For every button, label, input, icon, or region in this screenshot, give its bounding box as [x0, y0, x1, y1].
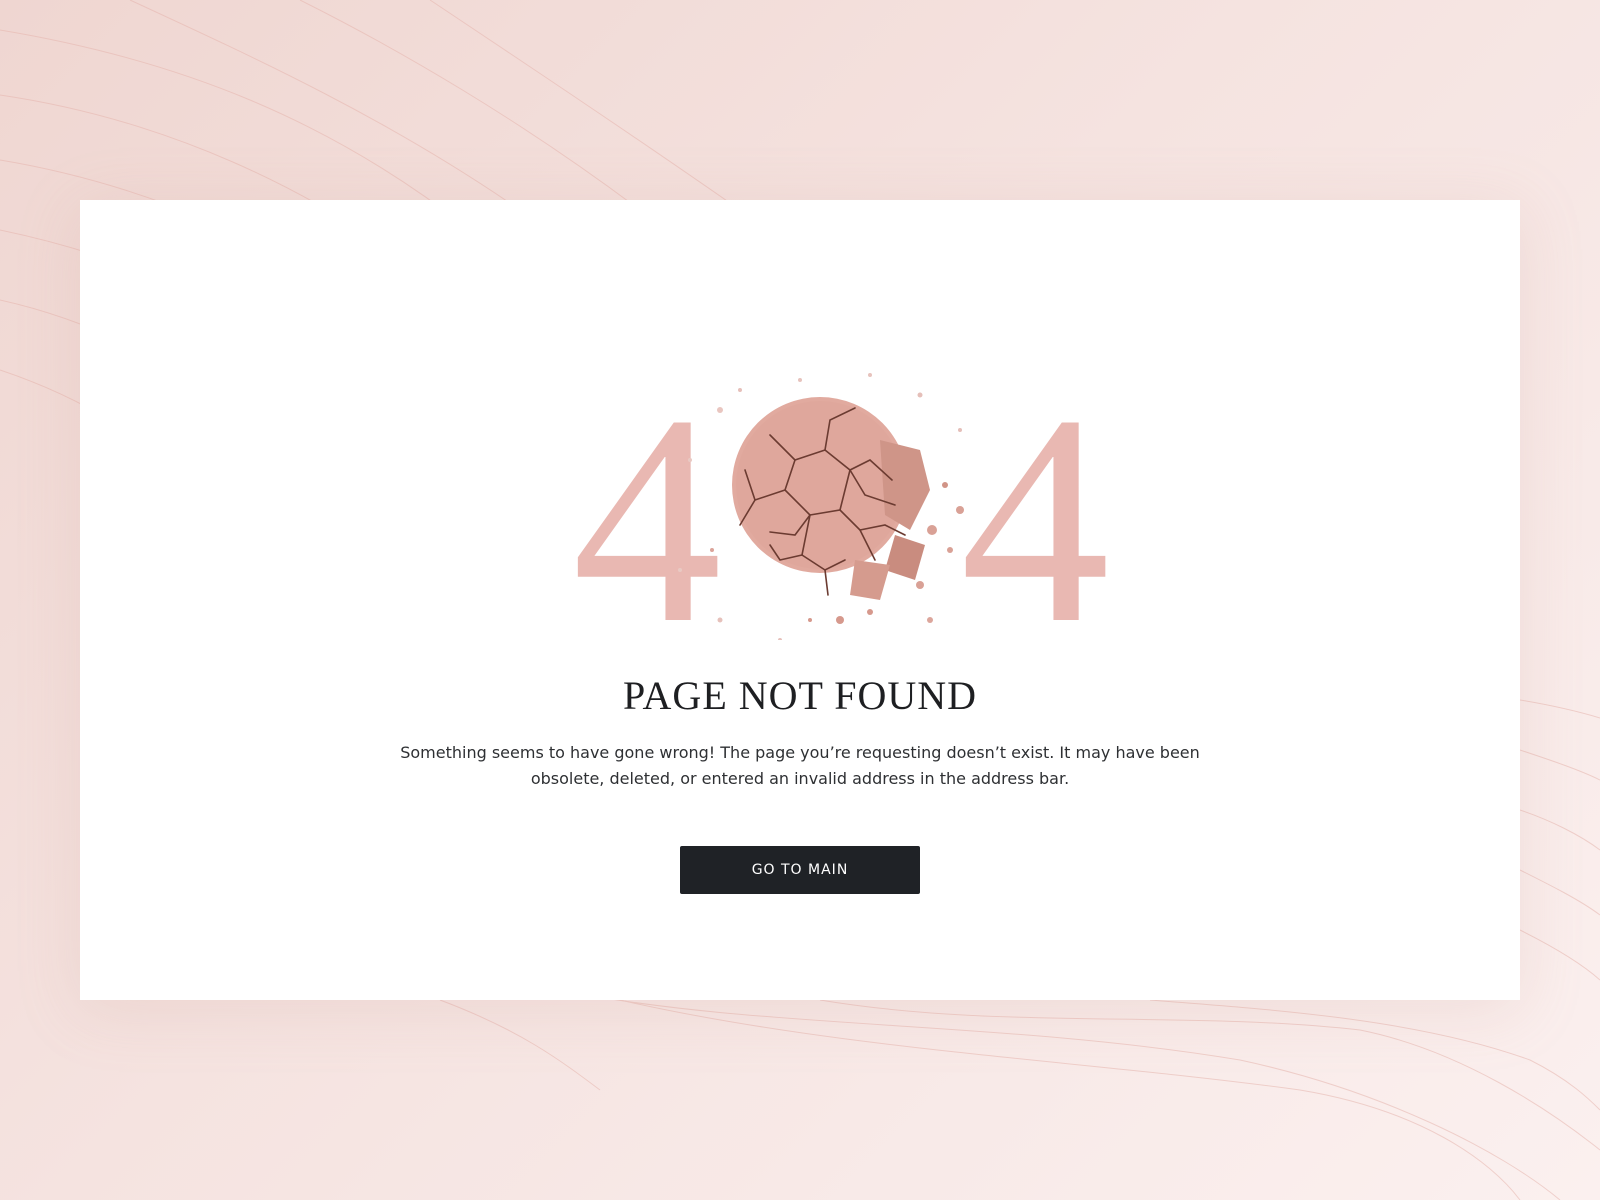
error-card: 4 4 PAGE NOT FOUND Something seems to ha…: [80, 200, 1520, 1000]
error-digit-left: 4: [572, 353, 722, 640]
page-title: PAGE NOT FOUND: [622, 673, 978, 718]
error-code-illustration: 4 4: [80, 320, 1520, 880]
error-message: Something seems to have gone wrong! The …: [400, 743, 1200, 788]
crushed-powder-compact-icon: [678, 373, 977, 640]
error-digit-right: 4: [960, 353, 1110, 640]
go-to-main-button[interactable]: GO TO MAIN: [680, 846, 920, 894]
